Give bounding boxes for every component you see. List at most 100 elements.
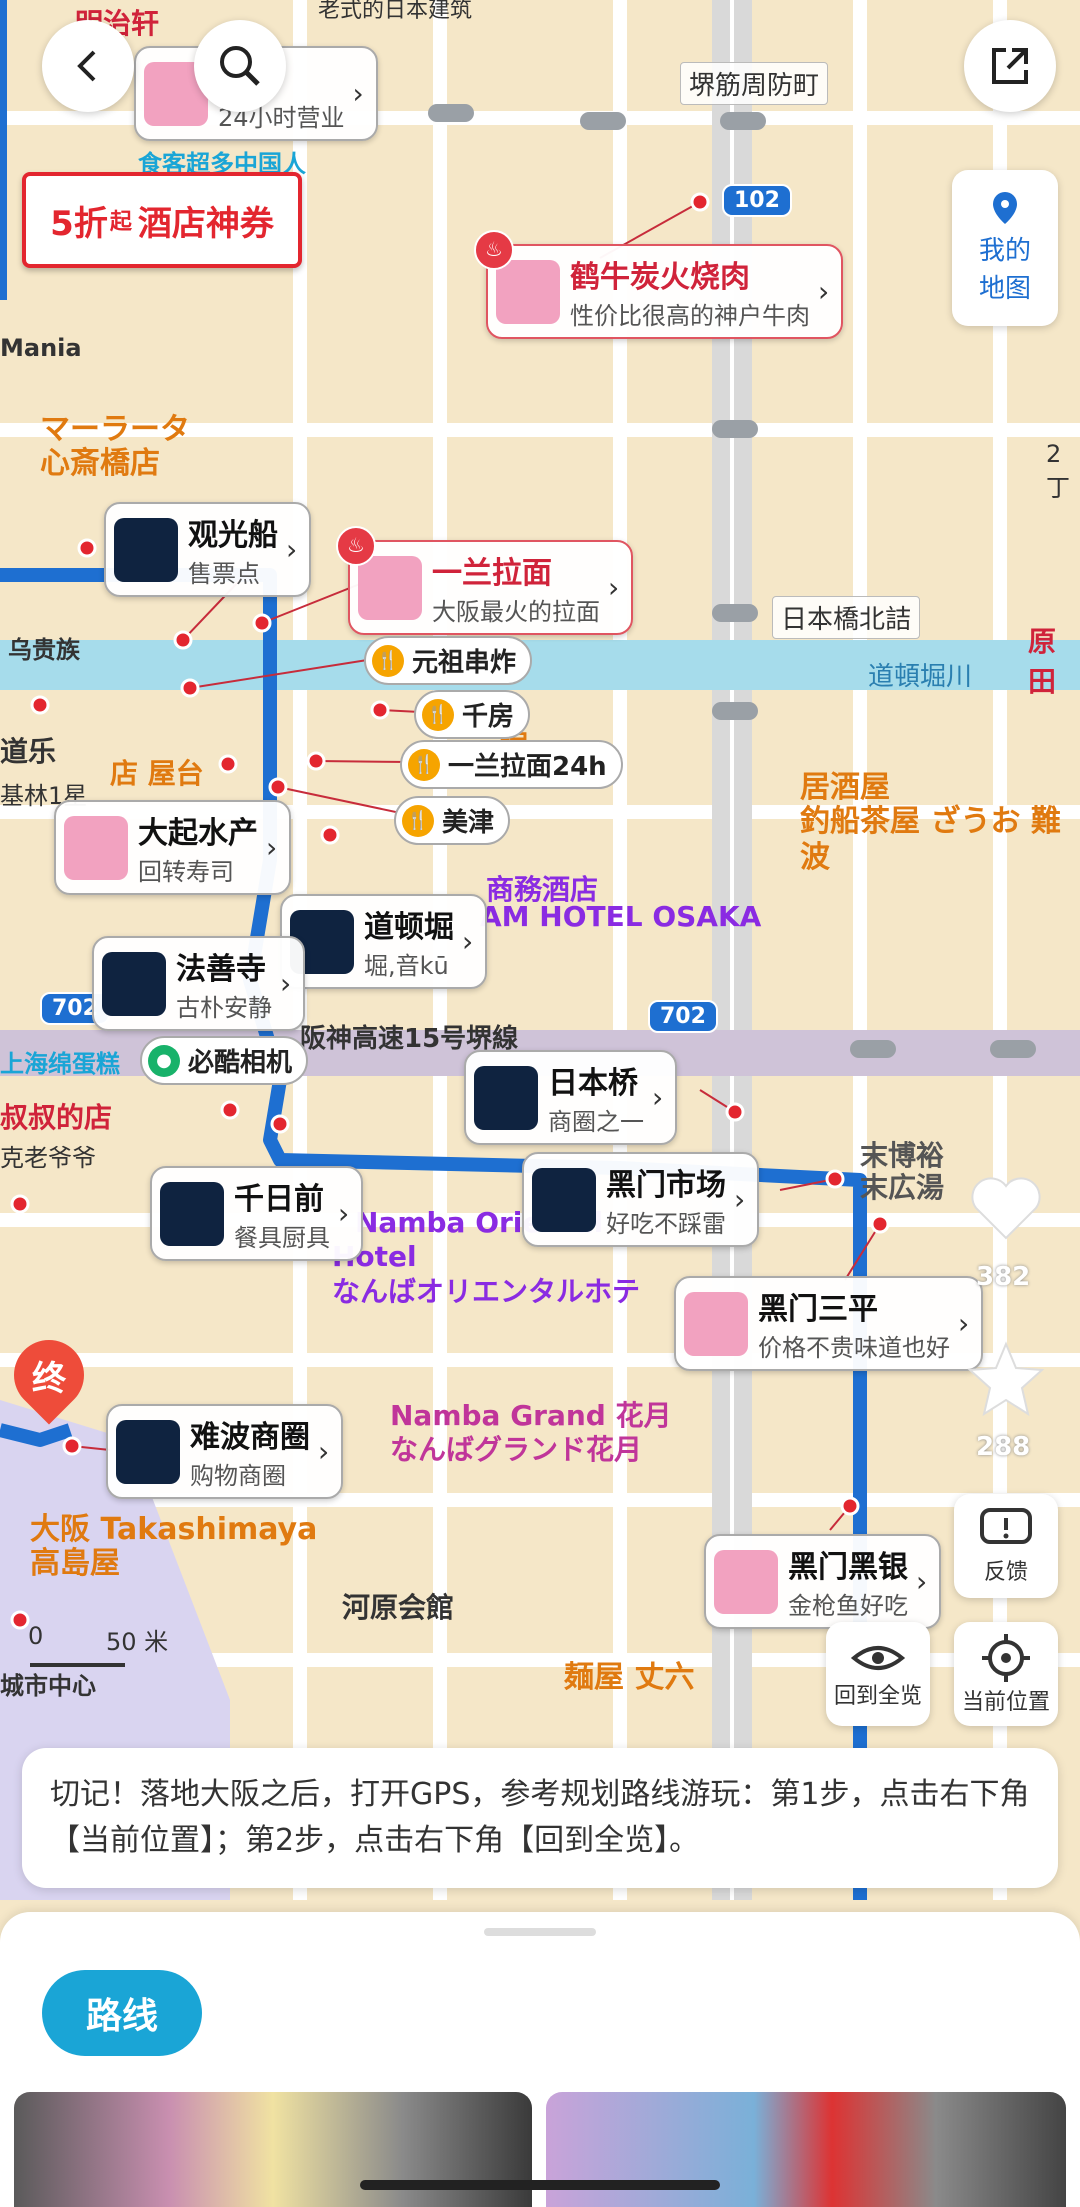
- sheet-drag-handle[interactable]: [484, 1928, 596, 1936]
- poi-name: 日本桥: [548, 1066, 638, 1101]
- zauo-label: 釣船茶屋 ざうお 難波: [800, 804, 1061, 875]
- namba-grand-kagetsu-jp-label: なんばグランド花月: [390, 1433, 643, 1466]
- eye-icon: [850, 1646, 906, 1670]
- poi-nipponbashi[interactable]: 日本桥商圈之一 ›: [464, 1050, 678, 1145]
- city-center-label: 城市中心: [0, 1672, 96, 1700]
- food-icon: 🍴: [408, 748, 440, 781]
- poi-subtitle: 大阪最火的拉面: [432, 598, 600, 626]
- current-location-button[interactable]: 当前位置: [954, 1622, 1058, 1726]
- poi-kuromon-market[interactable]: 黑门市场 好吃不踩雷 ›: [522, 1152, 760, 1247]
- poi-name: 千日前: [234, 1182, 324, 1217]
- poi-name: 法善寺: [176, 952, 266, 987]
- chip-label: 元祖串炸: [412, 648, 517, 678]
- feedback-label: 反馈: [983, 1560, 1028, 1585]
- poi-hozenji[interactable]: 法善寺古朴安静 ›: [92, 936, 306, 1031]
- chevron-right-icon: ›: [916, 1565, 928, 1598]
- poi-name: 一兰拉面: [432, 556, 552, 591]
- chip-chibo[interactable]: 🍴 千房: [414, 690, 531, 739]
- current-location-label: 当前位置: [961, 1690, 1050, 1715]
- chevron-right-icon: ›: [318, 1435, 330, 1468]
- poi-name: 黑门市场: [606, 1168, 726, 1203]
- poi-subtitle: 餐具厨具: [234, 1224, 330, 1252]
- chip-label: 美津: [442, 808, 495, 838]
- maarata-label: マーラータ: [40, 412, 190, 447]
- poi-subtitle: 商圈之一: [548, 1108, 644, 1136]
- overview-button[interactable]: 回到全览: [826, 1622, 930, 1726]
- food-icon: 🍴: [372, 644, 404, 677]
- poi-daiki-suisan[interactable]: 大起水产 回转寿司 ›: [54, 800, 292, 895]
- torikizoku-label: 乌贵族: [8, 636, 80, 664]
- fire-icon: ♨: [474, 230, 514, 270]
- poi-subtitle: 古朴安静: [176, 994, 272, 1022]
- harada-label: 原田: [1028, 625, 1057, 698]
- poi-subtitle: 售票点: [188, 560, 260, 588]
- locate-icon: [982, 1634, 1030, 1682]
- home-indicator: [360, 2180, 720, 2190]
- star-count: 288: [976, 1432, 1031, 1462]
- chip-label: 一兰拉面24h: [448, 752, 607, 782]
- hotel-label-en: AM HOTEL OSAKA: [480, 900, 762, 933]
- poi-kuromon-kurogin[interactable]: 黑门黑银 金枪鱼好吃 ›: [704, 1534, 942, 1629]
- gps-tip-notice: 切记！落地大阪之后，打开GPS，参考规划路线游玩：第1步，点击右下角【当前位置】…: [22, 1748, 1058, 1888]
- bottom-sheet[interactable]: 路线: [0, 1912, 1080, 2207]
- poi-name: 难波商圈: [190, 1420, 310, 1455]
- back-button[interactable]: [42, 20, 134, 112]
- promo-label: 酒店神券: [137, 203, 274, 244]
- food-icon: 🍴: [402, 804, 434, 837]
- yatai-label: 店 屋台: [110, 757, 204, 790]
- poi-sennichimae[interactable]: 千日前 餐具厨具 ›: [150, 1166, 364, 1261]
- poi-thumbnail: [532, 1167, 596, 1232]
- takashimaya-label: 大阪 Takashimaya: [30, 1512, 318, 1547]
- chip-bic-camera[interactable]: ● 必酷相机: [140, 1036, 309, 1085]
- chevron-right-icon: ›: [652, 1081, 664, 1114]
- feedback-button[interactable]: 反馈: [954, 1494, 1058, 1598]
- hotel-coupon-promo[interactable]: 5折 起 酒店神券: [22, 172, 302, 268]
- share-button[interactable]: [964, 20, 1056, 112]
- poi-thumbnail: [102, 951, 166, 1016]
- my-map-button[interactable]: 我的地图: [952, 170, 1058, 326]
- poi-tsuru-gyu[interactable]: ♨ 鹤牛炭火烧肉性价比很高的神户牛肉 ›: [474, 230, 844, 339]
- search-button[interactable]: [194, 20, 286, 112]
- chevron-right-icon: ›: [818, 275, 830, 308]
- chip-ganso-kushikatsu[interactable]: 🍴 元祖串炸: [364, 636, 533, 685]
- poi-thumbnail: [116, 1419, 180, 1484]
- search-icon: [220, 46, 260, 86]
- route-badge-102: 102: [722, 184, 792, 217]
- like-heart-icon[interactable]: [966, 1168, 1046, 1248]
- chevron-right-icon: ›: [734, 1183, 746, 1216]
- chip-mitsu[interactable]: 🍴 美津: [394, 796, 511, 845]
- kawara-kaikan-label: 河原会館: [342, 1591, 455, 1624]
- chip-label: 必酷相机: [188, 1048, 293, 1078]
- poi-namba-shopping[interactable]: 难波商圈 购物商圈 ›: [106, 1404, 344, 1499]
- chevron-right-icon: ›: [280, 967, 292, 1000]
- street-label-nipponbashi: 日本橋北詰: [772, 596, 921, 639]
- poi-thumbnail: [474, 1065, 538, 1130]
- poi-subtitle: 回转寿司: [138, 858, 234, 886]
- poi-dotonbori[interactable]: 道顿堀 堀,音kū ›: [280, 894, 488, 989]
- poi-subtitle: 性价比很高的神户牛肉: [570, 302, 810, 330]
- star-icon[interactable]: [966, 1338, 1046, 1418]
- old-building-label: 老式的日本建筑: [318, 0, 473, 23]
- poi-ichiran[interactable]: ♨ 一兰拉面大阪最火的拉面 ›: [336, 526, 634, 635]
- chevron-right-icon: ›: [352, 77, 364, 110]
- poi-thumbnail: [496, 259, 560, 324]
- chevron-right-icon: ›: [608, 571, 620, 604]
- uncle-shop-label: 叔叔的店: [0, 1101, 113, 1134]
- poi-subtitle: 金枪鱼好吃: [788, 1592, 908, 1620]
- poi-sightseeing-boat[interactable]: 观光船售票点 ›: [104, 502, 312, 597]
- tab-route[interactable]: 路线: [42, 1970, 202, 2056]
- poi-thumbnail: [160, 1181, 224, 1246]
- fire-icon: ♨: [336, 526, 376, 566]
- poi-kuromon-sanpei[interactable]: 黑门三平 价格不贵味道也好 ›: [674, 1276, 984, 1371]
- poi-name: 观光船: [188, 518, 278, 553]
- promo-qi: 起: [109, 210, 132, 235]
- poi-name: 鹤牛炭火烧肉: [570, 260, 750, 295]
- mania-label: Mania: [0, 334, 82, 362]
- block-2-label: 2丁: [1046, 440, 1070, 502]
- food-icon: 🍴: [422, 698, 454, 731]
- shopping-bag-icon: ●: [148, 1044, 180, 1077]
- chevron-right-icon: ›: [958, 1307, 970, 1340]
- chip-ichiran-24h[interactable]: 🍴 一兰拉面24h: [400, 740, 623, 789]
- chevron-right-icon: ›: [286, 533, 298, 566]
- izakaya-label: 居酒屋: [800, 770, 890, 805]
